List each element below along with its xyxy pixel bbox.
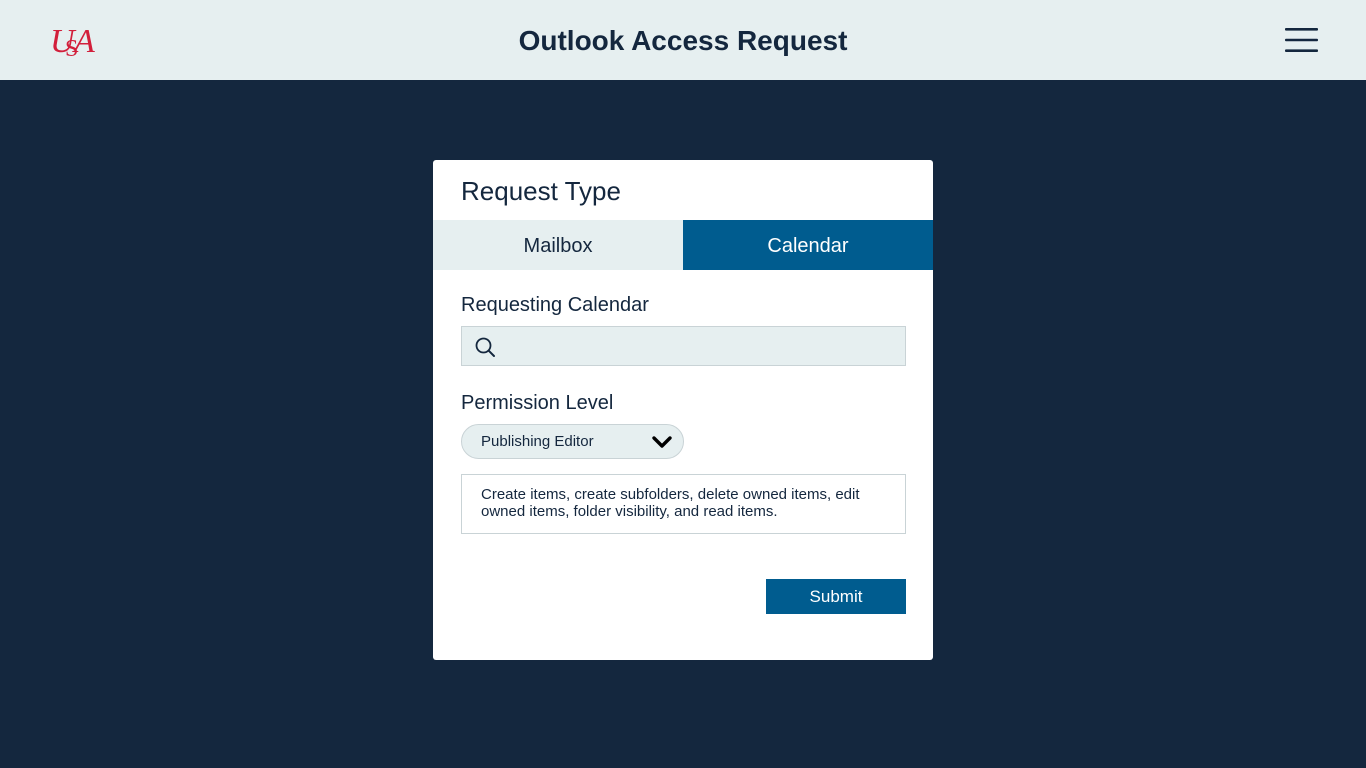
requesting-calendar-label: Requesting Calendar — [461, 294, 649, 316]
chevron-down-icon — [652, 436, 672, 448]
permission-level-label: Permission Level — [461, 392, 614, 414]
request-type-tabs: Mailbox Calendar — [433, 220, 933, 270]
permission-level-select[interactable]: Publishing Editor — [461, 424, 684, 459]
request-card: Request Type Mailbox Calendar Requesting… — [433, 160, 933, 660]
submit-button[interactable]: Submit — [766, 579, 906, 614]
page-title: Outlook Access Request — [518, 25, 848, 56]
tab-mailbox[interactable]: Mailbox — [433, 220, 683, 270]
app-header: U S A Outlook Access Request — [0, 0, 1366, 80]
requesting-calendar-search[interactable] — [461, 326, 906, 366]
hamburger-menu-icon[interactable] — [1282, 26, 1320, 54]
search-icon — [475, 337, 495, 357]
requesting-calendar-input[interactable] — [506, 327, 901, 365]
permission-level-value: Publishing Editor — [481, 433, 594, 450]
card-title: Request Type — [461, 176, 621, 206]
permission-description: Create items, create subfolders, delete … — [461, 474, 906, 534]
tab-calendar[interactable]: Calendar — [683, 220, 933, 270]
